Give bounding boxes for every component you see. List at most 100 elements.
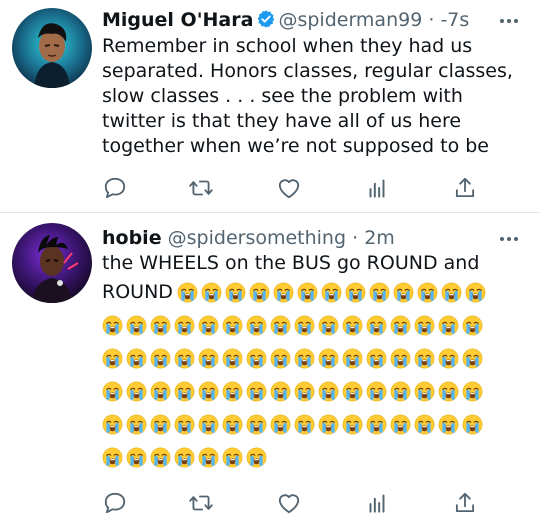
loudly-crying-face-icon — [297, 282, 318, 303]
text-line: twitter is that they have all of us here — [102, 110, 462, 132]
tweet-1-actions — [102, 175, 482, 201]
tweet-2-text: the WHEELS on the BUS go ROUND and ROUND — [102, 251, 532, 474]
loudly-crying-face-icon — [390, 348, 411, 369]
author-handle[interactable]: @spidersomething — [168, 227, 346, 249]
analytics-icon[interactable] — [364, 175, 390, 201]
loudly-crying-face-icon — [270, 381, 291, 402]
like-icon[interactable] — [276, 490, 302, 516]
emoji-row — [102, 342, 532, 375]
loudly-crying-face-icon — [150, 447, 171, 468]
loudly-crying-face-icon — [414, 315, 435, 336]
loudly-crying-face-icon — [270, 414, 291, 435]
reply-icon[interactable] — [102, 490, 128, 516]
loudly-crying-face-icon — [390, 381, 411, 402]
loudly-crying-face-icon — [369, 282, 390, 303]
loudly-crying-face-icon — [222, 447, 243, 468]
loudly-crying-face-icon — [126, 447, 147, 468]
text-line: separated. Honors classes, regular class… — [102, 60, 513, 82]
timestamp[interactable]: -7s — [440, 9, 469, 31]
timestamp[interactable]: 2m — [364, 227, 395, 249]
loudly-crying-face-icon — [249, 282, 270, 303]
tweet-1-header: Miguel O'Hara @spiderman99 · -7s — [102, 8, 469, 35]
loudly-crying-face-icon — [102, 414, 123, 435]
loudly-crying-face-icon — [438, 315, 459, 336]
tweet-2-header: hobie @spidersomething · 2m — [102, 226, 395, 250]
text-line: together when we’re not supposed to be — [102, 135, 489, 157]
loudly-crying-face-icon — [102, 348, 123, 369]
loudly-crying-face-icon — [177, 282, 198, 303]
separator: · — [352, 227, 359, 249]
loudly-crying-face-icon — [414, 381, 435, 402]
loudly-crying-face-icon — [294, 414, 315, 435]
analytics-icon[interactable] — [364, 490, 390, 516]
like-icon[interactable] — [276, 175, 302, 201]
more-options-icon[interactable] — [500, 234, 520, 244]
loudly-crying-face-icon — [318, 348, 339, 369]
loudly-crying-face-icon — [150, 348, 171, 369]
text-line-with-emojis: ROUND — [102, 276, 532, 309]
loudly-crying-face-icon — [174, 348, 195, 369]
loudly-crying-face-icon — [102, 447, 123, 468]
author-name[interactable]: Miguel O'Hara — [102, 9, 253, 31]
loudly-crying-face-icon — [198, 447, 219, 468]
author-name[interactable]: hobie — [102, 227, 162, 249]
loudly-crying-face-icon — [414, 348, 435, 369]
tweet-2[interactable]: hobie @spidersomething · 2m the WHEELS o… — [0, 213, 540, 514]
loudly-crying-face-icon — [294, 315, 315, 336]
emoji-row — [102, 375, 532, 408]
loudly-crying-face-icon — [174, 315, 195, 336]
loudly-crying-face-icon — [438, 381, 459, 402]
loudly-crying-face-icon — [150, 414, 171, 435]
share-icon[interactable] — [452, 490, 478, 516]
loudly-crying-face-icon — [366, 348, 387, 369]
loudly-crying-face-icon — [174, 381, 195, 402]
loudly-crying-face-icon — [417, 282, 438, 303]
emoji-row — [102, 309, 532, 342]
emoji-row — [102, 408, 532, 441]
avatar-image — [12, 223, 92, 303]
loudly-crying-face-icon — [126, 381, 147, 402]
loudly-crying-face-icon — [366, 414, 387, 435]
loudly-crying-face-icon — [462, 414, 483, 435]
loudly-crying-face-icon — [438, 414, 459, 435]
text-line: the WHEELS on the BUS go ROUND and — [102, 252, 480, 274]
loudly-crying-face-icon — [126, 315, 147, 336]
loudly-crying-face-icon — [345, 282, 366, 303]
loudly-crying-face-icon — [198, 414, 219, 435]
author-handle[interactable]: @spiderman99 — [278, 9, 422, 31]
loudly-crying-face-icon — [222, 315, 243, 336]
loudly-crying-face-icon — [174, 447, 195, 468]
loudly-crying-face-icon — [270, 348, 291, 369]
loudly-crying-face-icon — [462, 381, 483, 402]
retweet-icon[interactable] — [188, 175, 214, 201]
loudly-crying-face-icon — [441, 282, 462, 303]
avatar-hobie[interactable] — [12, 223, 92, 303]
loudly-crying-face-icon — [393, 282, 414, 303]
loudly-crying-face-icon — [150, 315, 171, 336]
loudly-crying-face-icon — [390, 315, 411, 336]
loudly-crying-face-icon — [462, 315, 483, 336]
text-line: ROUND — [102, 281, 173, 303]
avatar-miguel[interactable] — [12, 8, 92, 88]
loudly-crying-face-icon — [246, 447, 267, 468]
loudly-crying-face-icon — [102, 315, 123, 336]
loudly-crying-face-icon — [198, 381, 219, 402]
tweet-1[interactable]: Miguel O'Hara @spiderman99 · -7s Remember… — [0, 0, 540, 212]
loudly-crying-face-icon — [126, 348, 147, 369]
loudly-crying-face-icon — [342, 348, 363, 369]
loudly-crying-face-icon — [222, 381, 243, 402]
loudly-crying-face-icon — [294, 348, 315, 369]
share-icon[interactable] — [452, 175, 478, 201]
loudly-crying-face-icon — [102, 381, 123, 402]
loudly-crying-face-icon — [222, 414, 243, 435]
reply-icon[interactable] — [102, 175, 128, 201]
separator: · — [428, 9, 435, 31]
loudly-crying-face-icon — [342, 315, 363, 336]
more-options-icon[interactable] — [500, 16, 520, 26]
emoji-row — [102, 441, 532, 474]
verified-badge-icon — [256, 9, 276, 35]
loudly-crying-face-icon — [246, 348, 267, 369]
loudly-crying-face-icon — [225, 282, 246, 303]
retweet-icon[interactable] — [188, 490, 214, 516]
loudly-crying-face-icon — [174, 414, 195, 435]
